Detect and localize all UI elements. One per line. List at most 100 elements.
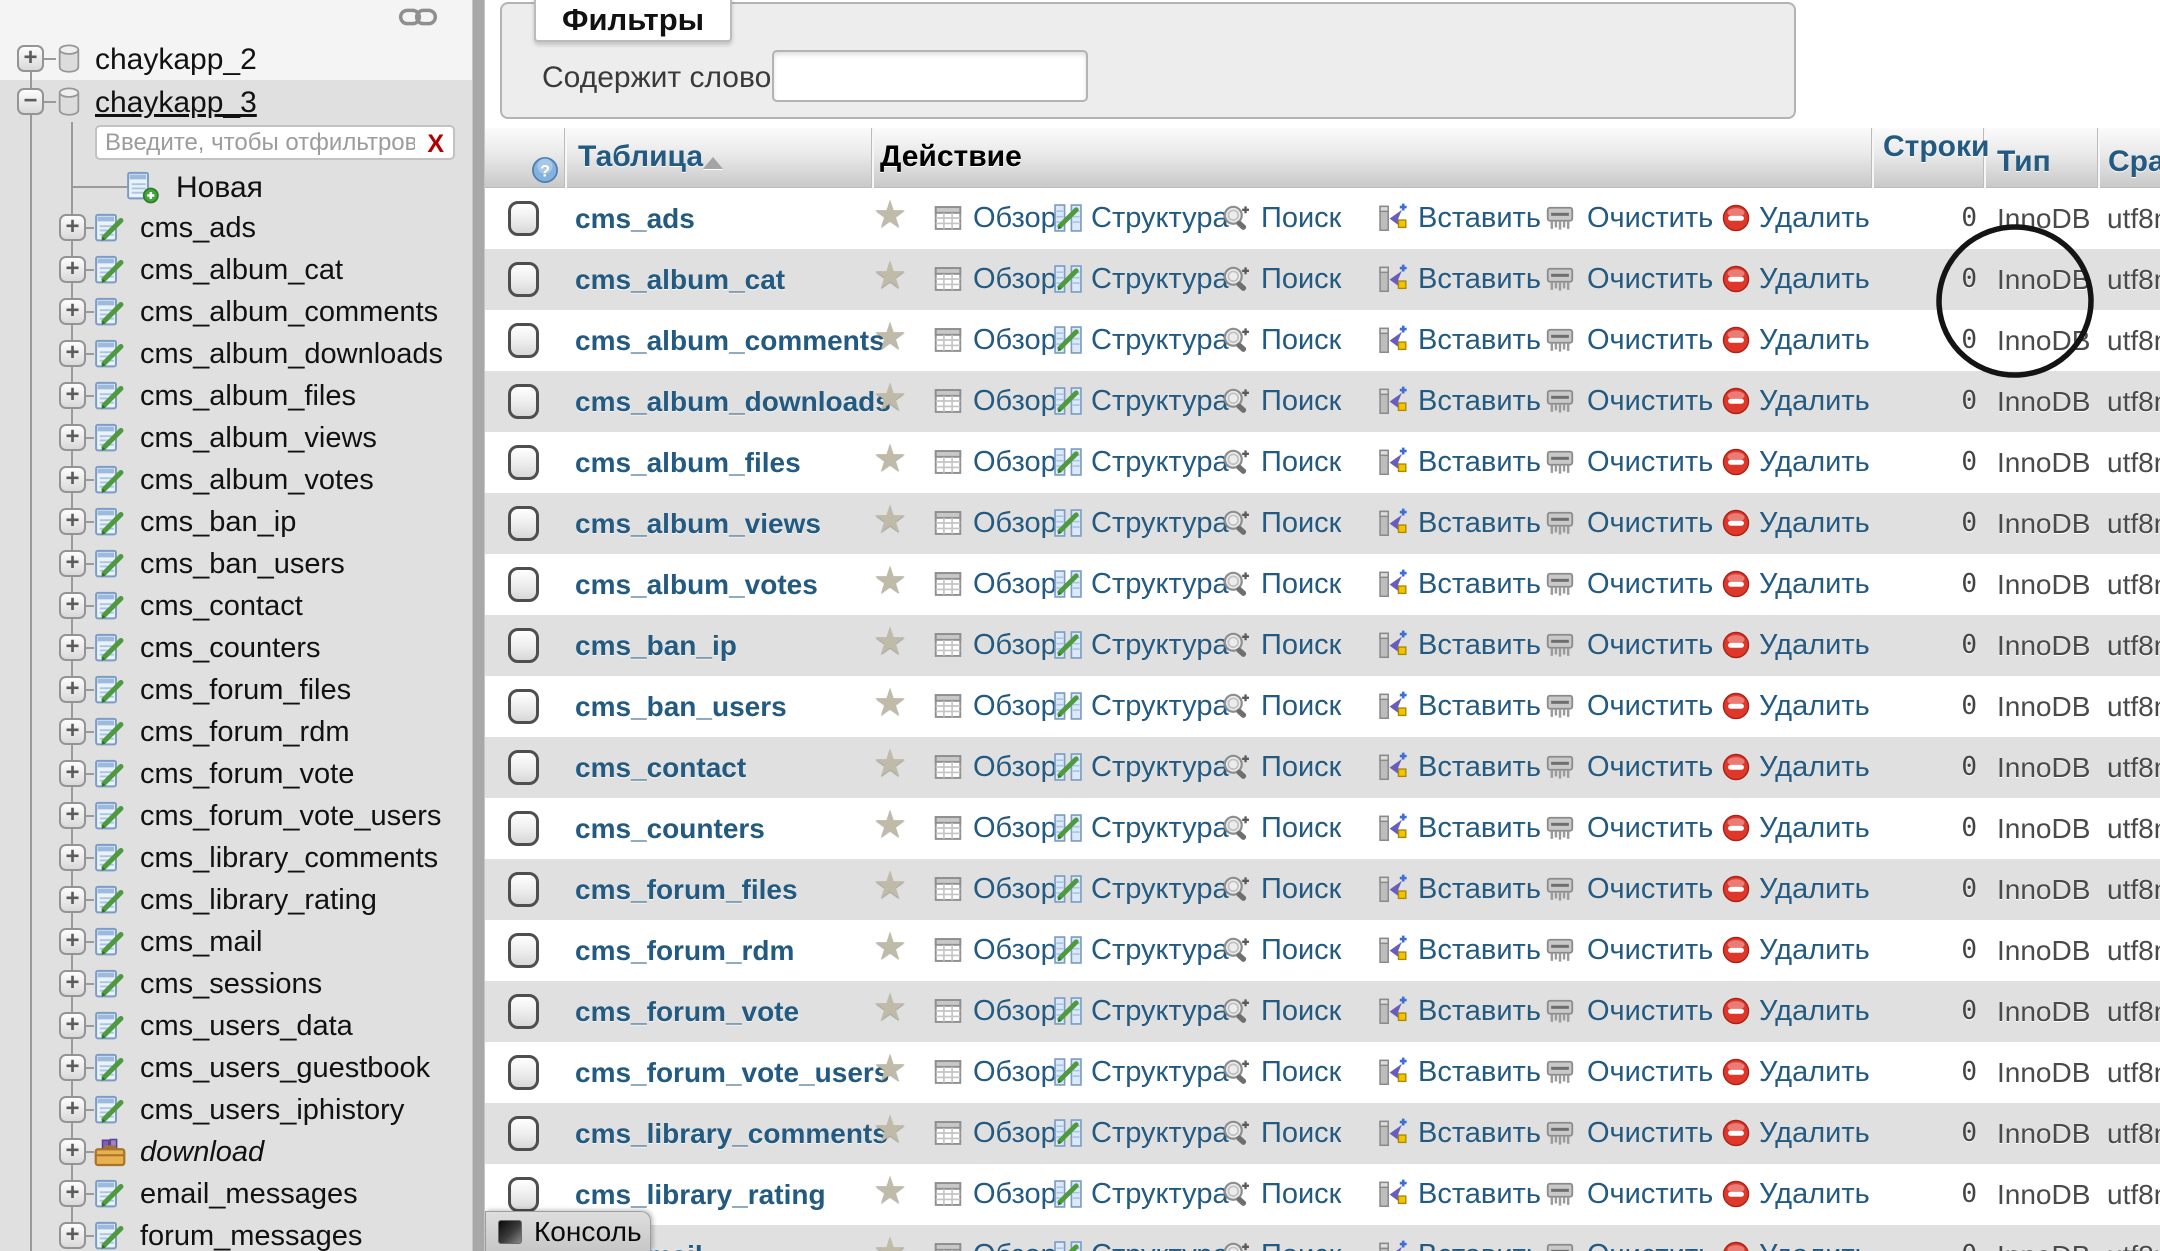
- table-name-link[interactable]: cms_forum_files: [575, 859, 798, 920]
- sidebar-item-label[interactable]: cms_album_comments: [140, 296, 438, 329]
- favorite-star-icon[interactable]: ★: [873, 436, 907, 481]
- row-checkbox[interactable]: [508, 384, 539, 419]
- contains-word-input[interactable]: [772, 50, 1088, 102]
- sidebar-item[interactable]: cms_album_cat: [0, 249, 472, 291]
- expand-icon[interactable]: [59, 886, 86, 913]
- favorite-star-icon[interactable]: ★: [873, 1168, 907, 1213]
- insert-link[interactable]: Вставить: [1418, 798, 1541, 859]
- browse-link[interactable]: Обзор: [973, 920, 1057, 981]
- search-link[interactable]: Поиск: [1261, 615, 1341, 676]
- table-name-link[interactable]: cms_album_downloads: [575, 371, 891, 432]
- table-name-link[interactable]: cms_counters: [575, 798, 765, 859]
- empty-link[interactable]: Очистить: [1587, 920, 1713, 981]
- sort-by-type-link[interactable]: Тип: [1997, 145, 2051, 179]
- browse-link[interactable]: Обзор: [973, 981, 1057, 1042]
- browse-link[interactable]: Обзор: [973, 1042, 1057, 1103]
- sidebar-item-label[interactable]: cms_forum_files: [140, 674, 351, 707]
- expand-icon[interactable]: [59, 634, 86, 661]
- insert-link[interactable]: Вставить: [1418, 554, 1541, 615]
- row-checkbox[interactable]: [508, 750, 539, 785]
- tree-filter-input[interactable]: [105, 128, 415, 157]
- drop-link[interactable]: Удалить: [1759, 981, 1870, 1042]
- sidebar-item[interactable]: cms_sessions: [0, 963, 472, 1005]
- drop-link[interactable]: Удалить: [1759, 798, 1870, 859]
- expand-icon[interactable]: [59, 1138, 86, 1165]
- search-link[interactable]: Поиск: [1261, 1103, 1341, 1164]
- sidebar-item[interactable]: cms_album_votes: [0, 459, 472, 501]
- sidebar-item[interactable]: cms_contact: [0, 585, 472, 627]
- row-checkbox[interactable]: [508, 201, 539, 236]
- structure-link[interactable]: Структура: [1091, 676, 1229, 737]
- structure-link[interactable]: Структура: [1091, 981, 1229, 1042]
- sidebar-item[interactable]: cms_ban_ip: [0, 501, 472, 543]
- expand-icon[interactable]: [59, 508, 86, 535]
- table-name-link[interactable]: cms_ban_users: [575, 676, 787, 737]
- sidebar-item-label[interactable]: cms_album_downloads: [140, 338, 443, 371]
- table-name-link[interactable]: cms_ads: [575, 188, 695, 249]
- sidebar-db-chaykapp-3[interactable]: chaykapp_3: [95, 86, 257, 120]
- table-name-link[interactable]: cms_contact: [575, 737, 746, 798]
- expand-icon[interactable]: [59, 382, 86, 409]
- table-name-link[interactable]: cms_forum_rdm: [575, 920, 794, 981]
- row-checkbox[interactable]: [508, 1116, 539, 1151]
- sort-by-table-link[interactable]: Таблица: [578, 140, 703, 174]
- sidebar-item[interactable]: cms_users_data: [0, 1005, 472, 1047]
- drop-link[interactable]: Удалить: [1759, 188, 1870, 249]
- drop-link[interactable]: Удалить: [1759, 371, 1870, 432]
- sidebar-item-label[interactable]: cms_mail: [140, 926, 262, 959]
- expand-icon[interactable]: [59, 424, 86, 451]
- expand-icon[interactable]: [17, 45, 44, 72]
- insert-link[interactable]: Вставить: [1418, 432, 1541, 493]
- sidebar-item[interactable]: cms_library_rating: [0, 879, 472, 921]
- sidebar-item-label[interactable]: cms_ban_ip: [140, 506, 296, 539]
- drop-link[interactable]: Удалить: [1759, 432, 1870, 493]
- table-name-link[interactable]: cms_forum_vote_users: [575, 1042, 889, 1103]
- drop-link[interactable]: Удалить: [1759, 920, 1870, 981]
- expand-icon[interactable]: [59, 802, 86, 829]
- insert-link[interactable]: Вставить: [1418, 737, 1541, 798]
- table-name-link[interactable]: cms_album_cat: [575, 249, 785, 310]
- table-name-link[interactable]: cms_album_comments: [575, 310, 885, 371]
- sidebar-item[interactable]: cms_users_iphistory: [0, 1089, 472, 1131]
- expand-icon[interactable]: [59, 298, 86, 325]
- drop-link[interactable]: Удалить: [1759, 1103, 1870, 1164]
- help-icon[interactable]: ?: [531, 156, 559, 184]
- sidebar-item-label[interactable]: cms_album_views: [140, 422, 377, 455]
- empty-link[interactable]: Очистить: [1587, 554, 1713, 615]
- row-checkbox[interactable]: [508, 567, 539, 602]
- table-name-link[interactable]: cms_album_files: [575, 432, 801, 493]
- sidebar-item[interactable]: cms_album_downloads: [0, 333, 472, 375]
- insert-link[interactable]: Вставить: [1418, 1103, 1541, 1164]
- expand-icon[interactable]: [59, 928, 86, 955]
- table-name-link[interactable]: cms_album_votes: [575, 554, 818, 615]
- structure-link[interactable]: Структура: [1091, 615, 1229, 676]
- expand-icon[interactable]: [59, 550, 86, 577]
- link-icon[interactable]: [398, 4, 438, 30]
- sidebar-item-label[interactable]: cms_counters: [140, 632, 321, 665]
- browse-link[interactable]: Обзор: [973, 615, 1057, 676]
- console-tab[interactable]: Консоль: [485, 1211, 651, 1251]
- structure-link[interactable]: Структура: [1091, 188, 1229, 249]
- expand-icon[interactable]: [59, 1012, 86, 1039]
- drop-link[interactable]: Удалить: [1759, 1225, 1870, 1251]
- row-checkbox[interactable]: [508, 262, 539, 297]
- expand-icon[interactable]: [59, 1054, 86, 1081]
- search-link[interactable]: Поиск: [1261, 554, 1341, 615]
- sidebar-item-label[interactable]: forum_messages: [140, 1220, 362, 1251]
- search-link[interactable]: Поиск: [1261, 310, 1341, 371]
- structure-link[interactable]: Структура: [1091, 1225, 1229, 1251]
- sidebar-item[interactable]: cms_forum_vote_users: [0, 795, 472, 837]
- search-link[interactable]: Поиск: [1261, 371, 1341, 432]
- table-name-link[interactable]: cms_forum_vote: [575, 981, 799, 1042]
- sidebar-item[interactable]: cms_forum_rdm: [0, 711, 472, 753]
- row-checkbox[interactable]: [508, 506, 539, 541]
- empty-link[interactable]: Очистить: [1587, 737, 1713, 798]
- sidebar-item-label[interactable]: cms_forum_vote_users: [140, 800, 441, 833]
- insert-link[interactable]: Вставить: [1418, 188, 1541, 249]
- browse-link[interactable]: Обзор: [973, 1225, 1057, 1251]
- structure-link[interactable]: Структура: [1091, 310, 1229, 371]
- sidebar-item[interactable]: cms_forum_files: [0, 669, 472, 711]
- drop-link[interactable]: Удалить: [1759, 249, 1870, 310]
- browse-link[interactable]: Обзор: [973, 798, 1057, 859]
- sidebar-item-label[interactable]: cms_users_guestbook: [140, 1052, 430, 1085]
